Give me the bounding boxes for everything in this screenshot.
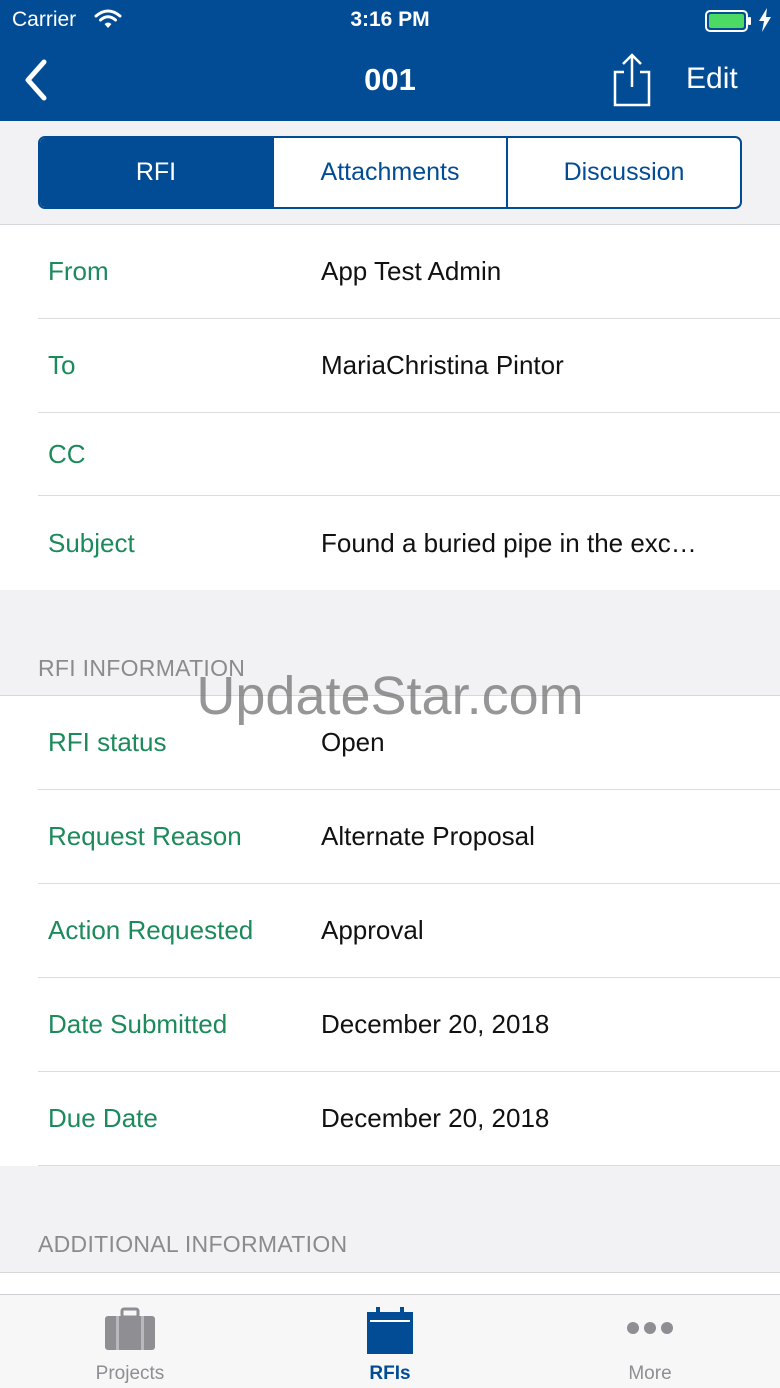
field-label: RFI status (48, 727, 167, 757)
calendar-icon (366, 1307, 414, 1360)
field-label: To (48, 350, 76, 380)
tab-bar-item-rfis[interactable]: RFIs (260, 1295, 520, 1388)
tab-bar-item-projects[interactable]: Projects (0, 1295, 260, 1388)
tab-bar-label: Projects (95, 1363, 165, 1384)
field-label: Due Date (48, 1103, 158, 1133)
field-value: App Test Admin (321, 256, 502, 286)
field-value (321, 413, 732, 495)
share-button[interactable] (610, 52, 654, 108)
field-label: Request Reason (48, 821, 242, 851)
clock: 3:16 PM (350, 8, 430, 31)
field-row-subject[interactable]: Subject Found a buried pipe in the exc… (38, 496, 780, 590)
share-icon (613, 53, 651, 107)
field-row-request-reason[interactable]: Request Reason Alternate Proposal (38, 790, 780, 884)
field-row-from[interactable]: From App Test Admin (38, 225, 780, 319)
briefcase-icon (104, 1307, 156, 1356)
section-header-rfi-information: RFI INFORMATION (38, 655, 246, 681)
field-value: Open (321, 727, 385, 757)
field-value: Alternate Proposal (321, 821, 535, 851)
additional-information-section (0, 1272, 780, 1295)
status-bar: Carrier 3:16 PM (0, 0, 780, 40)
battery-icon (705, 10, 753, 38)
field-value: December 20, 2018 (321, 1103, 550, 1133)
general-fields-section: From App Test Admin To MariaChristina Pi… (0, 225, 780, 590)
section-header-additional-information: ADDITIONAL INFORMATION (38, 1231, 348, 1257)
field-row-cc[interactable]: CC (38, 413, 780, 496)
charging-icon (758, 8, 772, 38)
field-label: Action Requested (48, 915, 254, 945)
field-row-due-date[interactable]: Due Date December 20, 2018 (38, 1072, 780, 1166)
field-row-date-submitted[interactable]: Date Submitted December 20, 2018 (38, 978, 780, 1072)
field-label: Subject (48, 527, 135, 558)
field-value: Found a buried pipe in the exc… (321, 527, 697, 558)
tab-discussion[interactable]: Discussion (506, 138, 740, 207)
field-label: CC (48, 438, 86, 469)
tab-bar-label: More (628, 1363, 672, 1384)
field-value: MariaChristina Pintor (321, 350, 564, 380)
tab-attachments[interactable]: Attachments (272, 138, 506, 207)
edit-button[interactable]: Edit (686, 62, 738, 96)
segment-bar: RFI Attachments Discussion (0, 121, 780, 225)
field-row-to[interactable]: To MariaChristina Pintor (38, 319, 780, 413)
field-label: From (48, 256, 109, 286)
page-title: 001 (364, 62, 416, 97)
more-dots-icon (626, 1321, 674, 1340)
tab-bar-label: RFIs (369, 1363, 411, 1384)
field-row-rfi-status[interactable]: RFI status Open (38, 696, 780, 790)
tab-bar: Projects RFIs More (0, 1294, 780, 1388)
field-row-action-requested[interactable]: Action Requested Approval (38, 884, 780, 978)
tab-rfi[interactable]: RFI (40, 138, 272, 207)
field-value: Approval (321, 915, 424, 945)
field-label: Date Submitted (48, 1009, 228, 1039)
segmented-control: RFI Attachments Discussion (38, 136, 742, 209)
navigation-bar: Carrier 3:16 PM 001 Edit (0, 0, 780, 121)
field-value: December 20, 2018 (321, 1009, 550, 1039)
rfi-information-section: RFI status Open Request Reason Alternate… (0, 695, 780, 1166)
tab-bar-item-more[interactable]: More (520, 1295, 780, 1388)
